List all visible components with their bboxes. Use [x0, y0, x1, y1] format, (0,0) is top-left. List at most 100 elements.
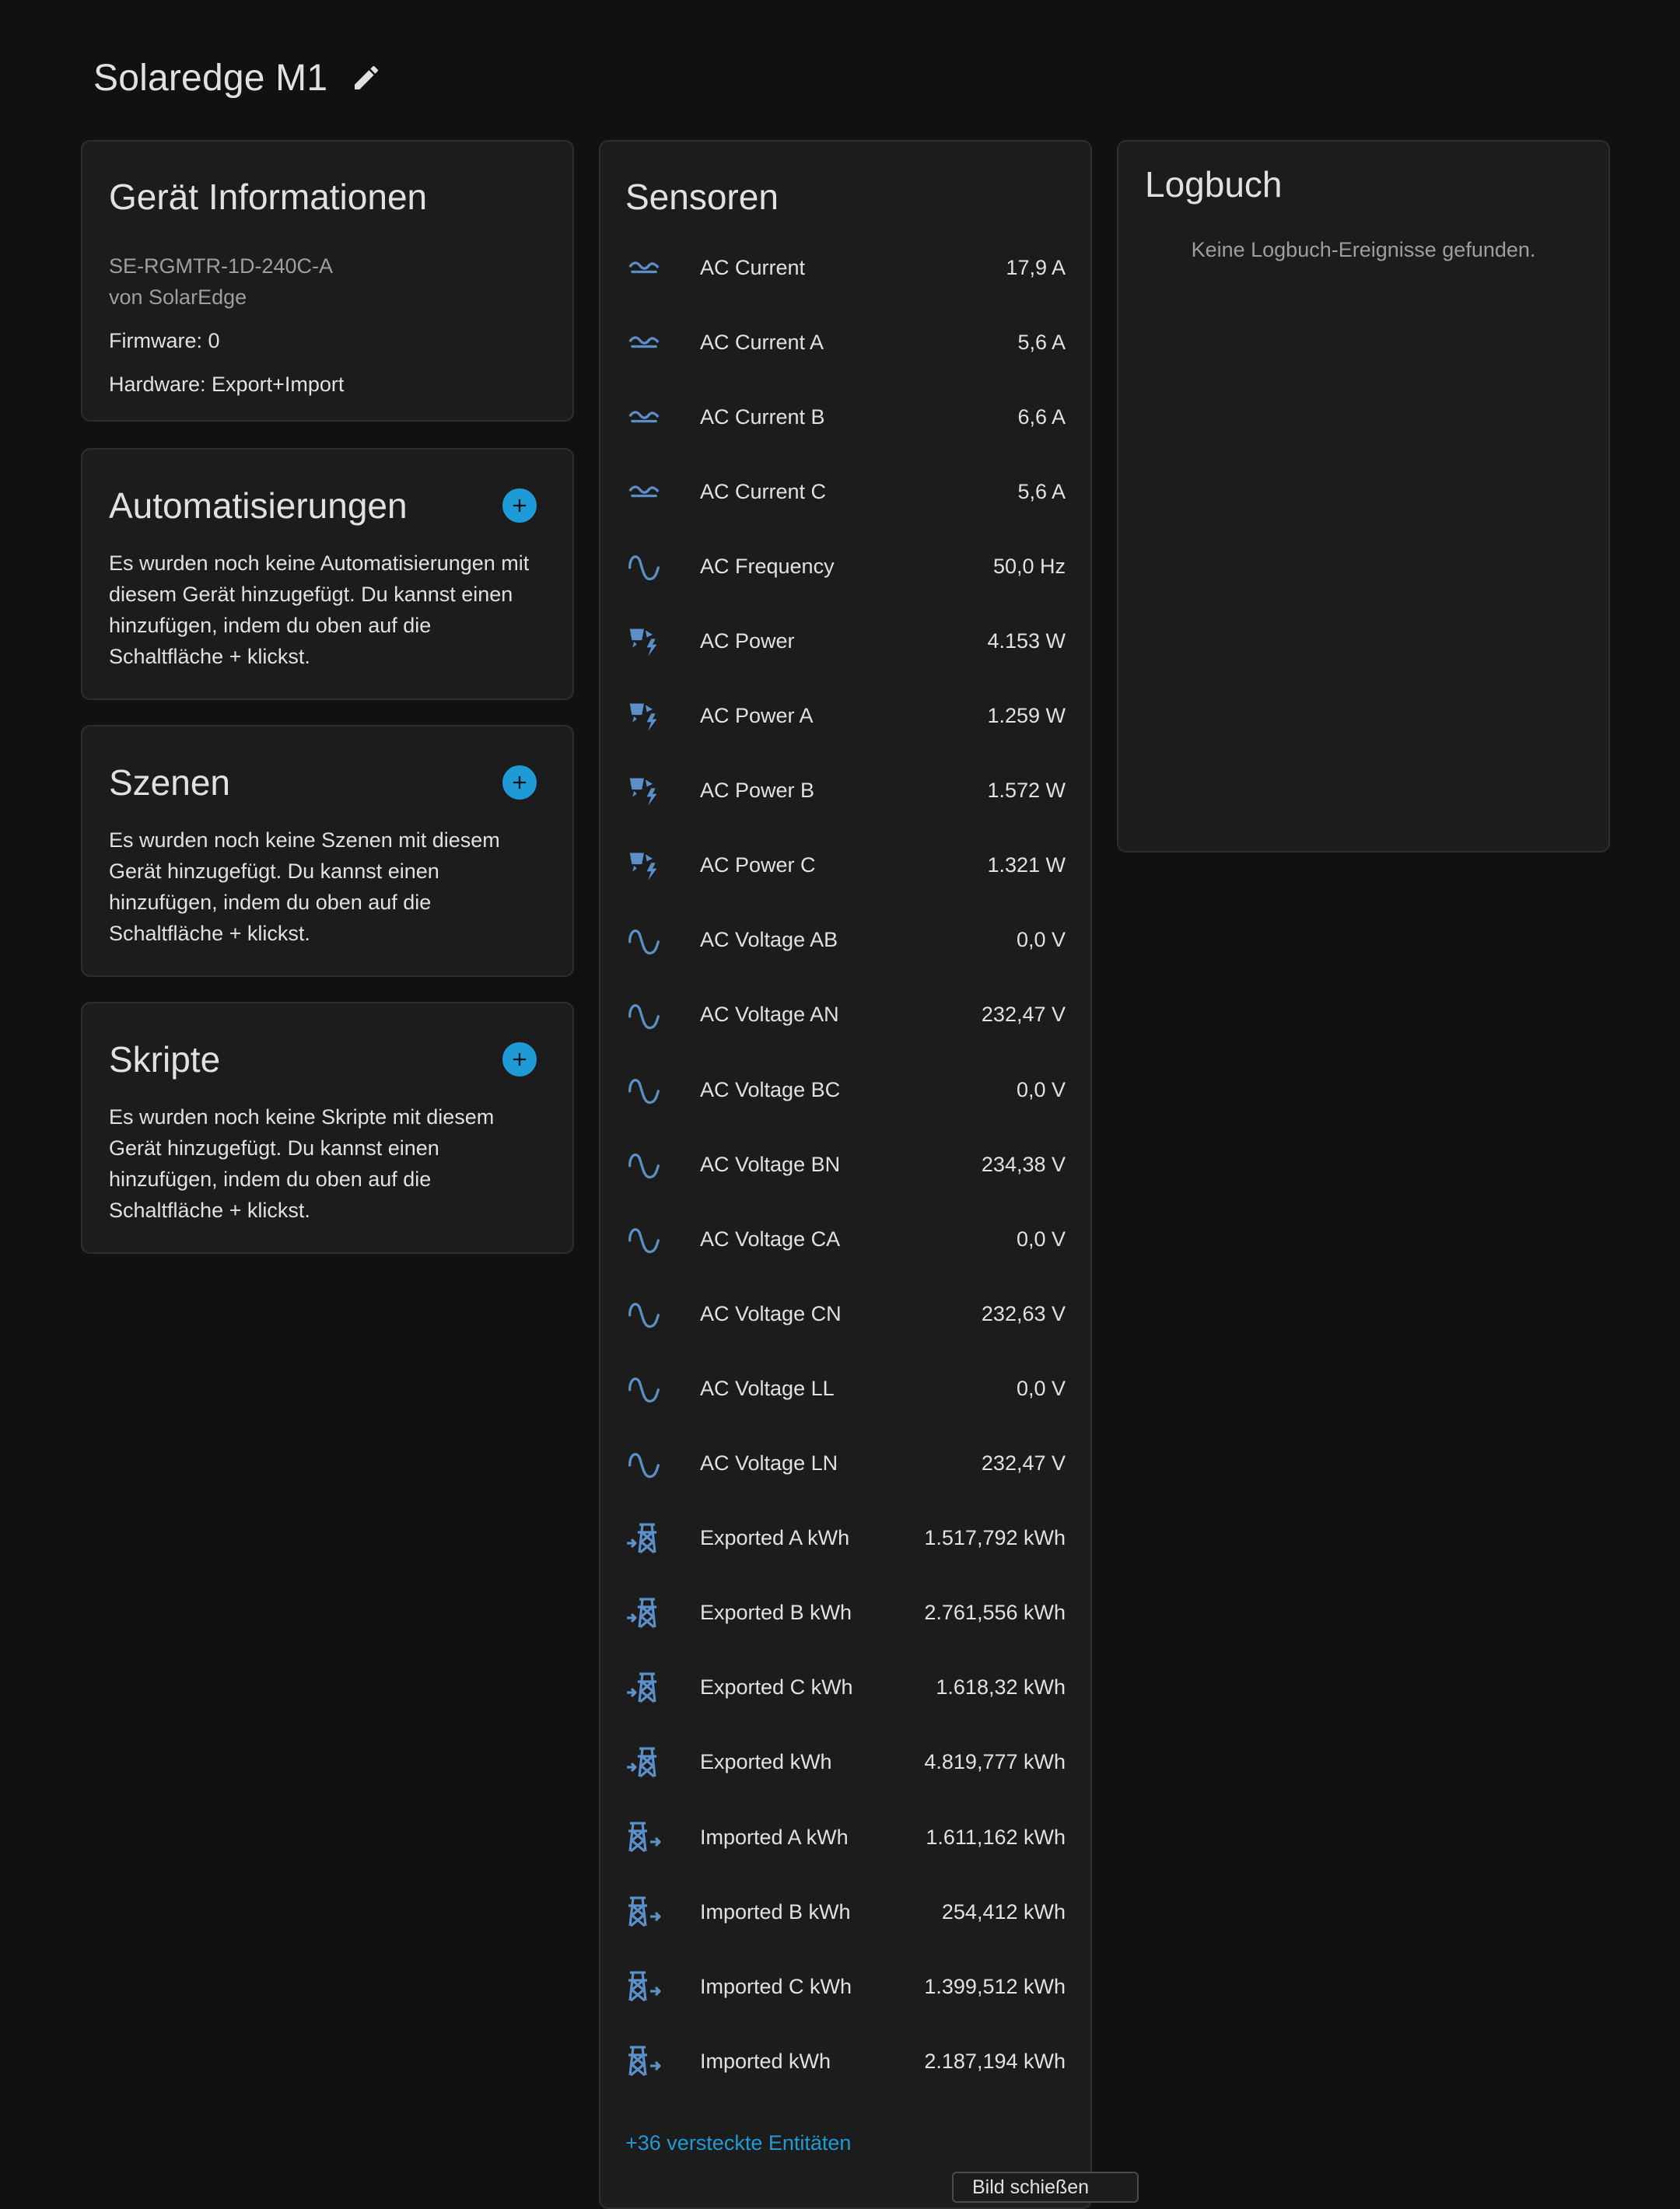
sensor-name: AC Current B — [700, 404, 825, 429]
transmission-tower-export-icon — [625, 1669, 663, 1707]
sensor-row[interactable]: AC Voltage BC 0,0 V — [625, 1052, 1066, 1127]
device-info-title: Gerät Informationen — [109, 177, 428, 217]
sensor-value: 232,47 V — [981, 1451, 1066, 1476]
sensor-value: 234,38 V — [981, 1152, 1066, 1176]
sensor-name: AC Power B — [700, 779, 815, 803]
sensor-value: 1.321 W — [987, 853, 1066, 877]
sensor-row[interactable]: AC Power B 1.572 W — [625, 754, 1066, 828]
solar-power-icon — [625, 698, 663, 735]
add-automation-button[interactable] — [502, 488, 537, 523]
sine-wave-icon — [625, 1295, 663, 1332]
sensor-name: AC Voltage CA — [700, 1227, 841, 1251]
sensor-value: 1.611,162 kWh — [926, 1825, 1066, 1849]
sensor-row[interactable]: Exported A kWh 1.517,792 kWh — [625, 1501, 1066, 1576]
sensor-name: AC Current C — [700, 479, 827, 503]
sensor-value: 4.819,777 kWh — [924, 1750, 1066, 1774]
sensor-row[interactable]: AC Voltage LL 0,0 V — [625, 1351, 1066, 1426]
device-model: SE-RGMTR-1D-240C-A — [109, 254, 334, 278]
sensor-row[interactable]: AC Power A 1.259 W — [625, 679, 1066, 754]
tooltip: Bild schießen — [952, 2172, 1139, 2203]
sensor-row[interactable]: AC Voltage AB 0,0 V — [625, 903, 1066, 978]
scripts-card: Skripte Es wurden noch keine Skripte mit… — [81, 1002, 574, 1254]
sensor-name: AC Voltage BC — [700, 1077, 841, 1101]
plus-icon — [513, 1052, 527, 1066]
sine-wave-icon — [625, 1220, 663, 1258]
scripts-empty-text: Es wurden noch keine Skripte mit diesem … — [109, 1105, 495, 1222]
sensor-name: Exported B kWh — [700, 1601, 852, 1625]
sensor-value: 1.399,512 kWh — [924, 1974, 1066, 1998]
sensor-row[interactable]: AC Power 4.153 W — [625, 604, 1066, 678]
sensor-value: 1.517,792 kWh — [924, 1526, 1066, 1550]
sensor-row[interactable]: AC Current A 5,6 A — [625, 305, 1066, 380]
sensor-row[interactable]: AC Voltage CN 232,63 V — [625, 1276, 1066, 1351]
sensor-row[interactable]: AC Current B 6,6 A — [625, 380, 1066, 454]
pencil-icon[interactable] — [349, 61, 383, 95]
sine-wave-icon — [625, 1071, 663, 1108]
current-ac-icon — [625, 398, 663, 436]
sensor-value: 5,6 A — [1017, 479, 1066, 503]
sensor-value: 5,6 A — [1017, 330, 1066, 354]
sensor-row[interactable]: AC Frequency 50,0 Hz — [625, 529, 1066, 604]
device-manufacturer[interactable]: von SolarEdge — [109, 282, 546, 313]
logbook-title: Logbuch — [1145, 164, 1283, 205]
sensor-row[interactable]: AC Voltage CA 0,0 V — [625, 1202, 1066, 1276]
sensor-name: AC Power A — [700, 704, 814, 728]
logbook-card: Logbuch Keine Logbuch-Ereignisse gefunde… — [1117, 140, 1610, 852]
sensor-row[interactable]: Imported A kWh 1.611,162 kWh — [625, 1800, 1066, 1875]
sensor-row[interactable]: Exported kWh 4.819,777 kWh — [625, 1725, 1066, 1800]
sensor-value: 232,63 V — [981, 1301, 1066, 1325]
scenes-card: Szenen Es wurden noch keine Szenen mit d… — [81, 725, 574, 977]
sensor-row[interactable]: AC Power C 1.321 W — [625, 828, 1066, 903]
solar-power-icon — [625, 623, 663, 660]
sensor-value: 0,0 V — [1016, 1376, 1066, 1400]
sensor-row[interactable]: AC Voltage LN 232,47 V — [625, 1427, 1066, 1501]
solar-power-icon — [625, 772, 663, 810]
sensor-value: 0,0 V — [1016, 1077, 1066, 1101]
transmission-tower-import-icon — [625, 1893, 663, 1931]
sensor-row[interactable]: Exported B kWh 2.761,556 kWh — [625, 1576, 1066, 1651]
sensor-row[interactable]: AC Current 17,9 A — [625, 230, 1066, 305]
sensor-value: 1.572 W — [987, 779, 1066, 803]
sensors-card: Sensoren AC Current 17,9 A AC Current A 5,6… — [599, 140, 1092, 2209]
sine-wave-icon — [625, 548, 663, 585]
plus-icon — [513, 499, 527, 513]
sensors-title: Sensoren — [625, 177, 779, 217]
sensor-name: AC Power — [700, 629, 795, 653]
sensor-value: 2.761,556 kWh — [924, 1601, 1066, 1625]
sensor-row[interactable]: Imported C kWh 1.399,512 kWh — [625, 1949, 1066, 2024]
current-ac-icon — [625, 324, 663, 361]
sensor-value: 6,6 A — [1017, 404, 1066, 429]
sensor-row[interactable]: AC Voltage BN 234,38 V — [625, 1127, 1066, 1202]
sensor-row[interactable]: AC Current C 5,6 A — [625, 454, 1066, 529]
sensor-value: 50,0 Hz — [992, 554, 1066, 578]
add-scene-button[interactable] — [502, 765, 537, 800]
current-ac-icon — [625, 473, 663, 510]
sensor-name: Exported A kWh — [700, 1526, 850, 1550]
sensor-name: Imported A kWh — [700, 1825, 849, 1849]
scripts-title: Skripte — [109, 1039, 221, 1080]
sine-wave-icon — [625, 922, 663, 959]
automations-card: Automatisierungen Es wurden noch keine A… — [81, 448, 574, 700]
sensor-row[interactable]: Imported kWh 2.187,194 kWh — [625, 2024, 1066, 2099]
device-firmware: Firmware: 0 — [109, 329, 220, 352]
transmission-tower-export-icon — [625, 1595, 663, 1632]
sensor-name: AC Current A — [700, 330, 824, 354]
sensor-name: Imported B kWh — [700, 1899, 851, 1924]
scenes-title: Szenen — [109, 762, 231, 803]
sensor-value: 232,47 V — [981, 1003, 1066, 1027]
sensor-row[interactable]: AC Voltage AN 232,47 V — [625, 978, 1066, 1052]
sensor-value: 4.153 W — [987, 629, 1066, 653]
sensor-row[interactable]: Exported C kWh 1.618,32 kWh — [625, 1651, 1066, 1725]
hidden-entities-link[interactable]: +36 versteckte Entitäten — [625, 2131, 851, 2155]
sensor-name: AC Voltage LN — [700, 1451, 838, 1476]
sine-wave-icon — [625, 1370, 663, 1407]
sensor-value: 254,412 kWh — [941, 1899, 1066, 1924]
transmission-tower-import-icon — [625, 2043, 663, 2080]
sensor-value: 2.187,194 kWh — [924, 2049, 1066, 2073]
sensor-name: Exported kWh — [700, 1750, 832, 1774]
page-title: Solaredge M1 — [93, 57, 328, 99]
add-script-button[interactable] — [502, 1042, 537, 1076]
sensor-name: AC Voltage AN — [700, 1003, 839, 1027]
sensor-name: Imported kWh — [700, 2049, 831, 2073]
sensor-row[interactable]: Imported B kWh 254,412 kWh — [625, 1875, 1066, 1949]
